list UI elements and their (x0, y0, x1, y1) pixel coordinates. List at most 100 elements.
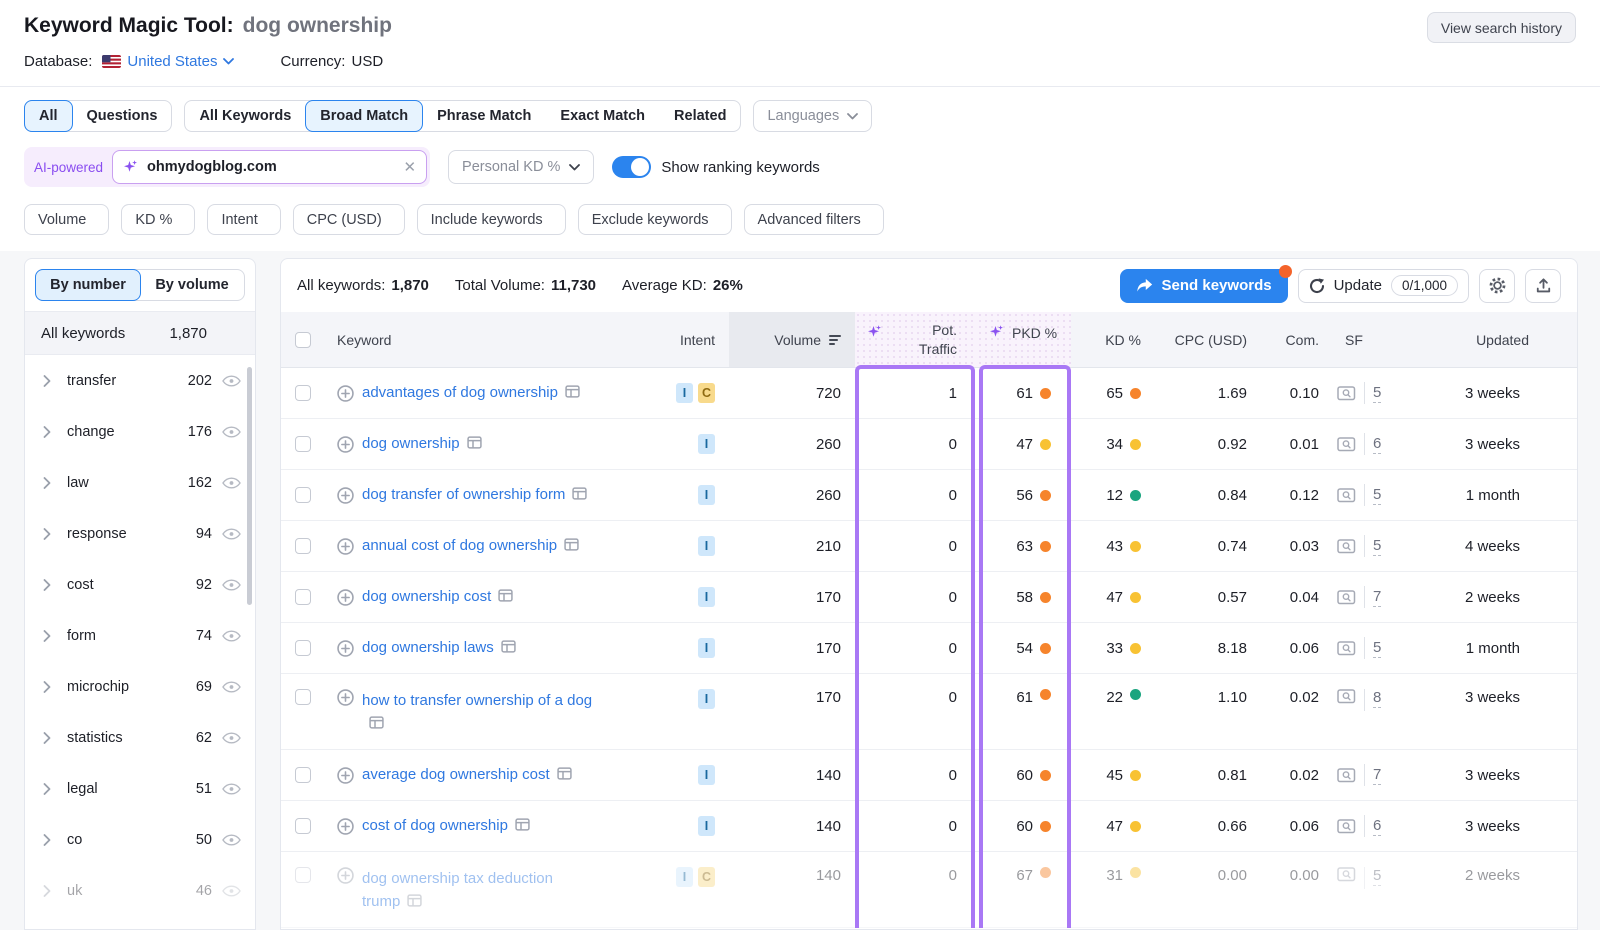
serp-preview-icon[interactable] (1337, 488, 1356, 503)
serp-preview-icon[interactable] (1337, 867, 1356, 882)
all-keywords-row[interactable]: All keywords 1,870 (25, 311, 255, 355)
keyword-search-input[interactable] (147, 159, 395, 175)
keyword-link[interactable]: dog ownership cost (362, 588, 491, 605)
filter-dropdown[interactable]: KD % (121, 204, 195, 235)
row-checkbox[interactable] (295, 487, 311, 503)
export-button[interactable] (1525, 269, 1561, 303)
add-keyword-icon[interactable] (337, 385, 354, 402)
add-keyword-icon[interactable] (337, 767, 354, 784)
match-tab[interactable]: All (24, 100, 73, 132)
sidebar-scrollbar[interactable] (247, 367, 252, 605)
show-ranking-keywords-toggle[interactable] (612, 156, 651, 178)
eye-icon[interactable] (222, 579, 241, 591)
match-tab[interactable]: Exact Match (545, 100, 660, 132)
sf-count[interactable]: 5 (1373, 537, 1381, 556)
add-keyword-icon[interactable] (337, 589, 354, 606)
row-checkbox[interactable] (295, 689, 311, 705)
keyword-group-item[interactable]: law 162 (25, 457, 255, 508)
eye-icon[interactable] (222, 375, 241, 387)
keyword-link[interactable]: annual cost of dog ownership (362, 537, 557, 554)
eye-icon[interactable] (222, 630, 241, 642)
sf-count[interactable]: 7 (1373, 588, 1381, 607)
serp-features-page-icon[interactable] (515, 815, 530, 838)
serp-features-page-icon[interactable] (407, 891, 422, 914)
col-com[interactable]: Com. (1286, 332, 1319, 348)
keyword-link[interactable]: dog ownership tax deduction trump (362, 870, 553, 910)
keyword-link[interactable]: average dog ownership cost (362, 766, 550, 783)
keyword-group-item[interactable]: microchip 69 (25, 661, 255, 712)
filter-dropdown[interactable]: Include keywords (417, 204, 566, 235)
keyword-group-item[interactable]: cost 92 (25, 559, 255, 610)
add-keyword-icon[interactable] (337, 436, 354, 453)
tab-by-number[interactable]: By number (35, 269, 141, 301)
add-keyword-icon[interactable] (337, 867, 354, 884)
keyword-link[interactable]: cost of dog ownership (362, 817, 508, 834)
row-checkbox[interactable] (295, 385, 311, 401)
keyword-link[interactable]: dog transfer of ownership form (362, 486, 565, 503)
keyword-link[interactable]: dog ownership laws (362, 639, 494, 656)
col-cpc[interactable]: CPC (USD) (1175, 332, 1247, 348)
serp-preview-icon[interactable] (1337, 819, 1356, 834)
eye-icon[interactable] (222, 885, 241, 897)
filter-dropdown[interactable]: CPC (USD) (293, 204, 405, 235)
serp-features-page-icon[interactable] (564, 535, 579, 558)
row-checkbox[interactable] (295, 589, 311, 605)
languages-dropdown[interactable]: Languages (753, 100, 872, 132)
serp-preview-icon[interactable] (1337, 539, 1356, 554)
filter-dropdown[interactable]: Exclude keywords (578, 204, 732, 235)
row-checkbox[interactable] (295, 818, 311, 834)
add-keyword-icon[interactable] (337, 487, 354, 504)
col-sf[interactable]: SF (1345, 332, 1363, 348)
serp-preview-icon[interactable] (1337, 590, 1356, 605)
col-updated[interactable]: Updated (1476, 332, 1529, 348)
sf-count[interactable]: 5 (1373, 867, 1381, 886)
serp-features-page-icon[interactable] (557, 764, 572, 787)
match-tab[interactable]: All Keywords (184, 100, 306, 132)
settings-button[interactable] (1479, 269, 1515, 303)
add-keyword-icon[interactable] (337, 538, 354, 555)
col-keyword[interactable]: Keyword (337, 332, 391, 348)
filter-dropdown[interactable]: Volume (24, 204, 109, 235)
keyword-group-item[interactable]: change 176 (25, 406, 255, 457)
select-all-checkbox[interactable] (295, 332, 311, 348)
sf-count[interactable]: 6 (1373, 435, 1381, 454)
serp-features-page-icon[interactable] (572, 484, 587, 507)
col-pkd[interactable]: PKD % (977, 312, 1071, 367)
personal-kd-dropdown[interactable]: Personal KD % (448, 150, 594, 184)
eye-icon[interactable] (222, 681, 241, 693)
eye-icon[interactable] (222, 783, 241, 795)
eye-icon[interactable] (222, 528, 241, 540)
serp-features-page-icon[interactable] (501, 637, 516, 660)
view-search-history-button[interactable]: View search history (1427, 12, 1576, 43)
keyword-link[interactable]: advantages of dog ownership (362, 384, 558, 401)
keyword-group-item[interactable]: response 94 (25, 508, 255, 559)
row-checkbox[interactable] (295, 767, 311, 783)
send-keywords-button[interactable]: Send keywords (1120, 269, 1288, 303)
serp-preview-icon[interactable] (1337, 437, 1356, 452)
keyword-group-item[interactable]: legal 51 (25, 763, 255, 814)
row-checkbox[interactable] (295, 436, 311, 452)
keyword-link[interactable]: dog ownership (362, 435, 460, 452)
keyword-group-item[interactable]: co 50 (25, 814, 255, 865)
serp-features-page-icon[interactable] (369, 713, 384, 736)
eye-icon[interactable] (222, 426, 241, 438)
database-select[interactable]: United States (102, 53, 234, 70)
serp-features-page-icon[interactable] (498, 586, 513, 609)
serp-preview-icon[interactable] (1337, 641, 1356, 656)
match-tab[interactable]: Phrase Match (422, 100, 546, 132)
keyword-group-item[interactable]: form 74 (25, 610, 255, 661)
sf-count[interactable]: 6 (1373, 817, 1381, 836)
eye-icon[interactable] (222, 732, 241, 744)
filter-dropdown[interactable]: Intent (207, 204, 280, 235)
match-tab[interactable]: Broad Match (305, 100, 423, 132)
keyword-group-item[interactable]: statistics 62 (25, 712, 255, 763)
serp-features-page-icon[interactable] (565, 382, 580, 405)
sf-count[interactable]: 5 (1373, 384, 1381, 403)
filter-dropdown[interactable]: Advanced filters (744, 204, 884, 235)
serp-preview-icon[interactable] (1337, 768, 1356, 783)
sf-count[interactable]: 5 (1373, 486, 1381, 505)
keyword-group-item[interactable]: transfer 202 (25, 355, 255, 406)
eye-icon[interactable] (222, 477, 241, 489)
sf-count[interactable]: 8 (1373, 689, 1381, 708)
serp-features-page-icon[interactable] (467, 433, 482, 456)
